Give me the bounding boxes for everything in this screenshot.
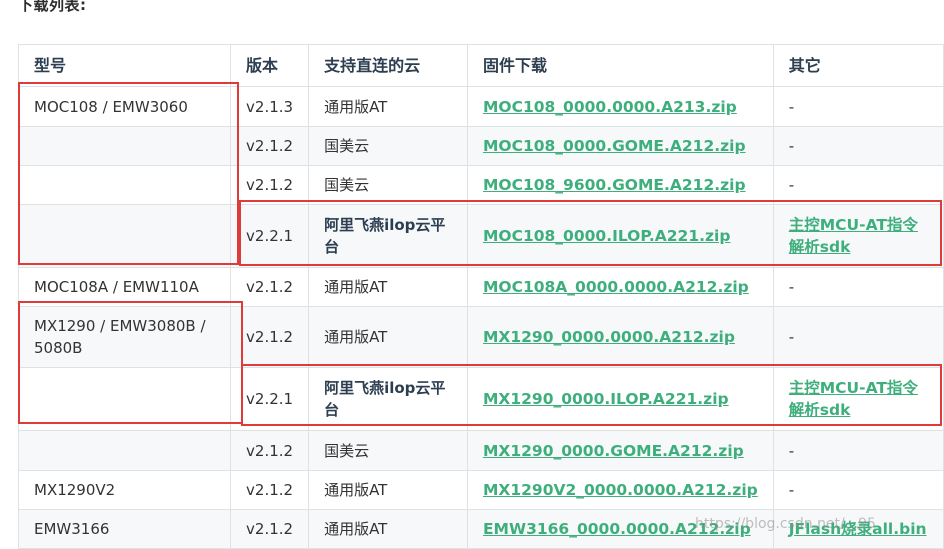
other-cell: - (772, 430, 944, 471)
firmware-download-link[interactable]: MOC108_0000.0000.A213.zip (483, 98, 737, 116)
firmware-cell: MX1290V2_0000.0000.A212.zip (466, 470, 774, 510)
version-cell: v2.1.2 (230, 509, 310, 549)
version-cell: v2.1.2 (230, 470, 310, 510)
header-version: 版本 (230, 44, 310, 87)
table-row: v2.2.1 阿里飞燕ilop云平台 MOC108_0000.ILOP.A221… (17, 204, 944, 268)
firmware-download-link[interactable]: MOC108A_0000.0000.A212.zip (483, 278, 749, 296)
cloud-cell: 国美云 (308, 165, 468, 205)
firmware-cell: MOC108_9600.GOME.A212.zip (466, 165, 774, 205)
cloud-cell: 通用版AT (308, 267, 468, 307)
firmware-cell: MOC108_0000.0000.A213.zip (466, 86, 774, 127)
firmware-download-link[interactable]: MOC108_9600.GOME.A212.zip (483, 176, 746, 194)
other-cell: - (772, 165, 944, 205)
table-row: MX1290V2 v2.1.2 通用版AT MX1290V2_0000.0000… (17, 470, 944, 510)
cloud-cell: 通用版AT (308, 86, 468, 127)
model-cell (17, 126, 232, 166)
firmware-download-link[interactable]: MOC108_0000.GOME.A212.zip (483, 137, 746, 155)
other-cell: - (772, 126, 944, 166)
header-other: 其它 (772, 44, 944, 87)
version-cell: v2.1.2 (230, 430, 310, 471)
header-cloud: 支持直连的云 (308, 44, 468, 87)
version-cell: v2.2.1 (230, 367, 310, 431)
firmware-cell: MX1290_0000.GOME.A212.zip (466, 430, 774, 471)
firmware-cell: MOC108_0000.ILOP.A221.zip (466, 204, 774, 268)
table-row: v2.1.2 国美云 MOC108_9600.GOME.A212.zip - (17, 165, 944, 205)
cloud-cell: 通用版AT (308, 509, 468, 549)
sdk-link[interactable]: 主控MCU-AT指令解析sdk (789, 216, 918, 256)
table-row: MOC108 / EMW3060 v2.1.3 通用版AT MOC108_000… (17, 86, 944, 127)
firmware-download-link[interactable]: MOC108_0000.ILOP.A221.zip (483, 227, 730, 245)
model-cell: MX1290 / EMW3080B / 5080B (17, 306, 232, 368)
table-row: MX1290 / EMW3080B / 5080B v2.1.2 通用版AT M… (17, 306, 944, 368)
other-cell: - (772, 86, 944, 127)
firmware-cell: MOC108_0000.GOME.A212.zip (466, 126, 774, 166)
other-cell: 主控MCU-AT指令解析sdk (772, 204, 944, 268)
other-cell: 主控MCU-AT指令解析sdk (772, 367, 944, 431)
model-cell (17, 204, 232, 268)
other-cell: - (772, 470, 944, 510)
version-cell: v2.1.2 (230, 267, 310, 307)
table-row: v2.2.1 阿里飞燕ilop云平台 MX1290_0000.ILOP.A221… (17, 367, 944, 431)
download-table: 型号 版本 支持直连的云 固件下载 其它 MOC108 / EMW3060 v2… (17, 44, 944, 549)
model-cell: MOC108 / EMW3060 (17, 86, 232, 127)
firmware-download-link[interactable]: MX1290_0000.0000.A212.zip (483, 328, 735, 346)
cloud-cell: 国美云 (308, 126, 468, 166)
version-cell: v2.1.2 (230, 126, 310, 166)
model-cell: MOC108A / EMW110A (17, 267, 232, 307)
table-header-row: 型号 版本 支持直连的云 固件下载 其它 (17, 44, 944, 87)
version-cell: v2.1.3 (230, 86, 310, 127)
firmware-cell: MX1290_0000.ILOP.A221.zip (466, 367, 774, 431)
model-cell (17, 165, 232, 205)
cloud-cell: 通用版AT (308, 470, 468, 510)
table-row: v2.1.2 国美云 MOC108_0000.GOME.A212.zip - (17, 126, 944, 166)
other-cell: - (772, 267, 944, 307)
firmware-cell: MX1290_0000.0000.A212.zip (466, 306, 774, 368)
version-cell: v2.1.2 (230, 165, 310, 205)
cloud-cell: 阿里飞燕ilop云平台 (308, 204, 468, 268)
model-cell (17, 367, 232, 431)
sdk-link[interactable]: 主控MCU-AT指令解析sdk (789, 379, 918, 419)
firmware-download-link[interactable]: MX1290V2_0000.0000.A212.zip (483, 481, 758, 499)
firmware-cell: MOC108A_0000.0000.A212.zip (466, 267, 774, 307)
model-cell: EMW3166 (17, 509, 232, 549)
model-cell: MX1290V2 (17, 470, 232, 510)
cloud-cell: 阿里飞燕ilop云平台 (308, 367, 468, 431)
firmware-download-link[interactable]: MX1290_0000.GOME.A212.zip (483, 442, 744, 460)
other-cell: - (772, 306, 944, 368)
table-row: v2.1.2 国美云 MX1290_0000.GOME.A212.zip - (17, 430, 944, 471)
header-model: 型号 (17, 44, 232, 87)
model-cell (17, 430, 232, 471)
header-firmware: 固件下载 (466, 44, 774, 87)
firmware-download-link[interactable]: MX1290_0000.ILOP.A221.zip (483, 390, 729, 408)
table-row: MOC108A / EMW110A v2.1.2 通用版AT MOC108A_0… (17, 267, 944, 307)
download-list-heading: 下载列表: (18, 0, 87, 14)
watermark: https://blog.csdn.net/...95 (695, 516, 876, 532)
cloud-cell: 国美云 (308, 430, 468, 471)
version-cell: v2.1.2 (230, 306, 310, 368)
version-cell: v2.2.1 (230, 204, 310, 268)
cloud-cell: 通用版AT (308, 306, 468, 368)
